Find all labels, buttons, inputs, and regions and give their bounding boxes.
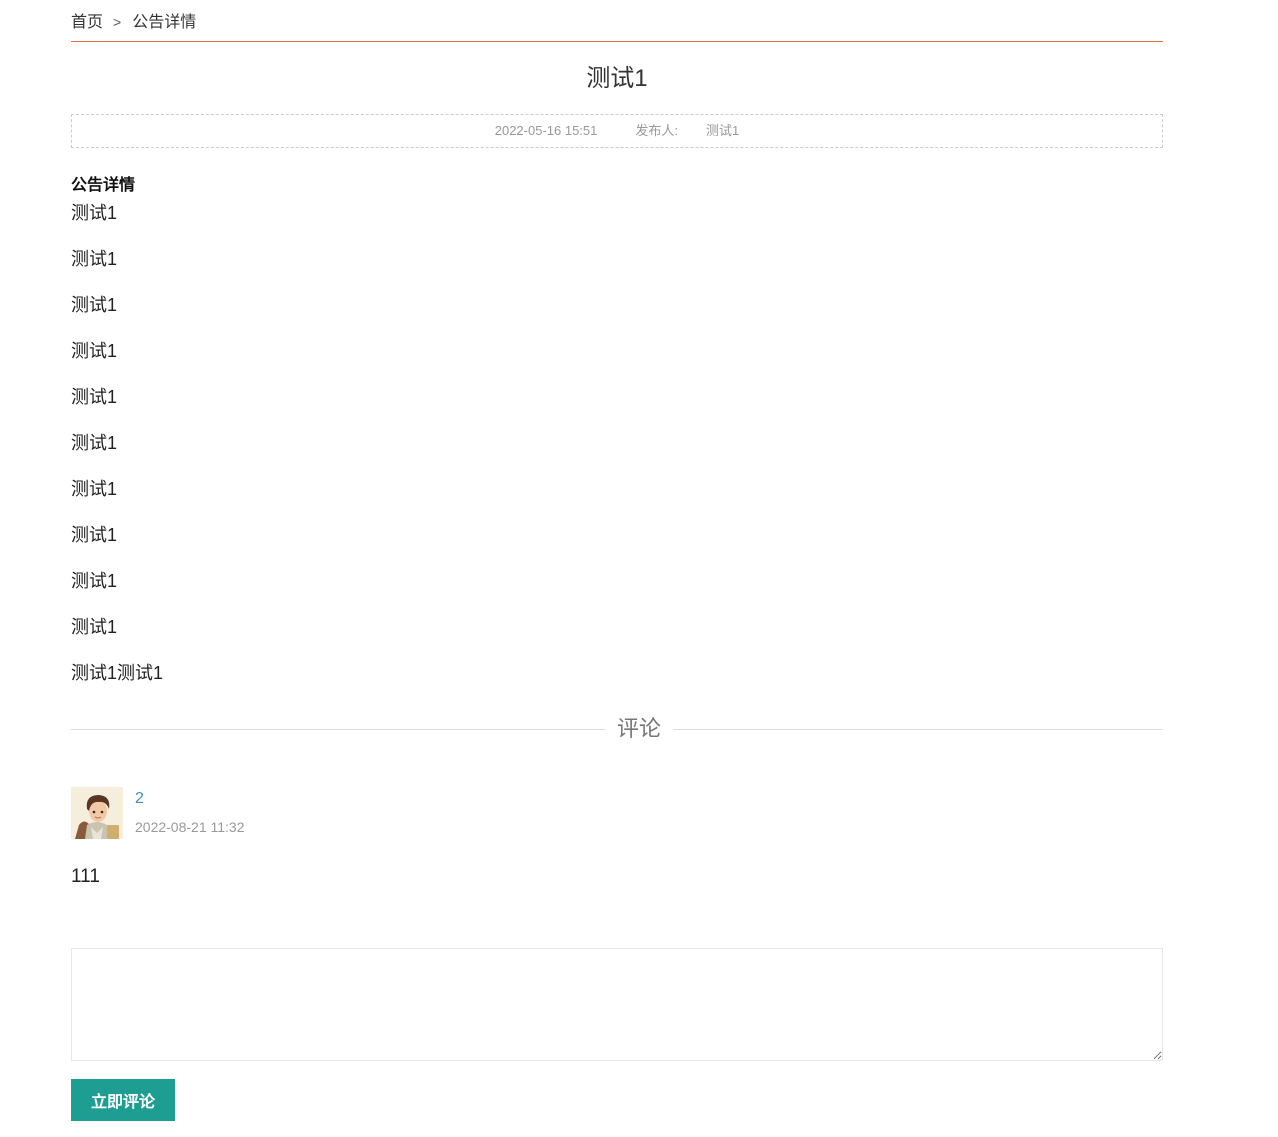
breadcrumb-home-link[interactable]: 首页 <box>71 14 103 31</box>
divider-line-left <box>71 729 605 730</box>
user-avatar-icon <box>71 787 123 839</box>
publisher-label: 发布人: <box>635 123 679 138</box>
content-paragraph: 测试1 <box>71 571 118 591</box>
comment-username[interactable]: 2 <box>135 790 144 808</box>
comment-text: 111 <box>71 866 100 887</box>
content-paragraph: 测试1 <box>71 617 118 637</box>
notice-date: 2022-05-16 15:51 <box>494 123 598 138</box>
notice-title: 测试1 <box>586 65 648 92</box>
content-paragraph: 测试1 <box>71 433 118 453</box>
content-paragraph: 测试1 <box>71 479 118 499</box>
content-paragraph: 测试1 <box>71 249 118 269</box>
notice-content: 测试1 测试1 测试1 测试1 测试1 测试1 测试1 测试1 测试1 测试1 … <box>71 201 1163 685</box>
content-paragraph: 测试1测试1 <box>71 663 164 683</box>
content-paragraph: 测试1 <box>71 525 118 545</box>
submit-comment-button[interactable]: 立即评论 <box>71 1079 175 1121</box>
notice-detail-page: 首页 > 公告详情 测试1 2022-05-16 15:51 发布人: 测试1 公告详情… <box>0 0 1278 1137</box>
main-container: 首页 > 公告详情 测试1 2022-05-16 15:51 发布人: 测试1 公告详情… <box>71 0 1163 1121</box>
comment-textarea[interactable] <box>71 948 1163 1061</box>
content-paragraph: 测试1 <box>71 387 118 407</box>
breadcrumb-separator: > <box>113 14 122 30</box>
content-paragraph: 测试1 <box>71 341 118 361</box>
content-paragraph: 测试1 <box>71 203 118 223</box>
divider-line-right <box>673 729 1163 730</box>
comment-time: 2022-08-21 11:32 <box>135 819 245 835</box>
comments-heading: 评论 <box>617 716 662 741</box>
content-paragraph: 测试1 <box>71 295 118 315</box>
notice-meta: 2022-05-16 15:51 发布人: 测试1 <box>71 114 1163 148</box>
comment-item: 2 2022-08-21 11:32 <box>71 787 1163 841</box>
notice-section-heading: 公告详情 <box>71 177 136 194</box>
breadcrumb-current: 公告详情 <box>132 14 197 31</box>
comments-divider: 评论 <box>71 714 1163 744</box>
publisher-name: 测试1 <box>706 123 740 138</box>
breadcrumb: 首页 > 公告详情 <box>71 0 1163 42</box>
